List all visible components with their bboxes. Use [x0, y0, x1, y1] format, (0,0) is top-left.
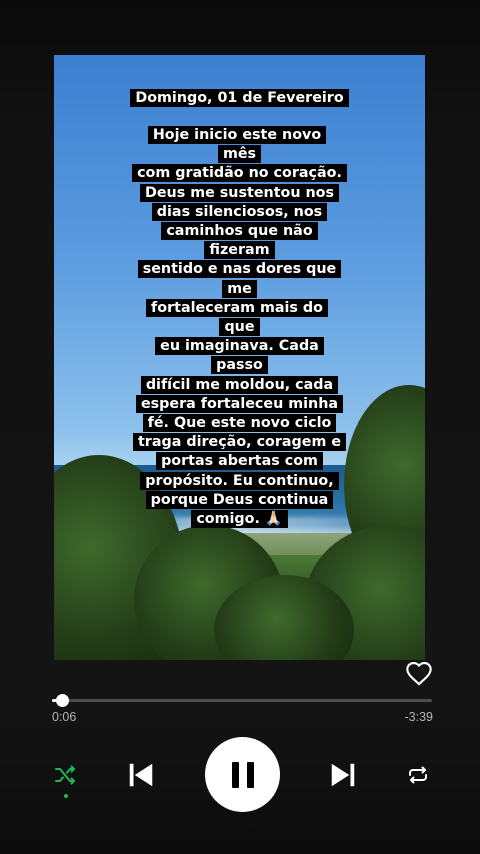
- previous-track-button[interactable]: [124, 758, 158, 792]
- story-line: porque Deus continua: [145, 490, 334, 509]
- story-line: portas abertas com: [156, 452, 323, 471]
- story-line: espera fortaleceu minha: [135, 394, 344, 413]
- next-track-button[interactable]: [326, 758, 360, 792]
- shuffle-button[interactable]: [50, 760, 80, 790]
- player-screen: Domingo, 01 de Fevereiro Hoje inicio est…: [0, 0, 480, 854]
- story-date-text: Domingo, 01 de Fevereiro: [130, 89, 349, 107]
- pause-button[interactable]: [205, 737, 280, 812]
- story-line: sentido e nas dores que me: [137, 260, 342, 298]
- progress-track: [52, 699, 432, 702]
- heart-outline-icon: [406, 662, 432, 686]
- skip-next-icon: [331, 763, 355, 787]
- story-line: fé. Que este novo ciclo: [142, 414, 337, 433]
- story-line: difícil me moldou, cada: [140, 375, 339, 394]
- story-line: fortaleceram mais do que: [146, 298, 328, 337]
- elapsed-time: 0:06: [52, 710, 77, 724]
- story-line: caminhos que não fizeram: [161, 222, 318, 260]
- story-line: propósito. Eu continuo,: [140, 471, 339, 490]
- remaining-time: -3:39: [404, 710, 434, 724]
- skip-previous-icon: [129, 763, 153, 787]
- story-line: com gratidão no coração.: [132, 164, 347, 183]
- story-line: eu imaginava. Cada passo: [155, 337, 324, 375]
- progress-thumb[interactable]: [56, 694, 70, 707]
- story-date: Domingo, 01 de Fevereiro: [54, 89, 425, 108]
- story-line: traga direção, coragem e: [132, 433, 347, 452]
- repeat-button[interactable]: [403, 760, 433, 790]
- like-button[interactable]: [405, 660, 433, 686]
- story-line: Deus me sustentou nos: [139, 183, 340, 202]
- story-line: dias silenciosos, nos: [151, 202, 328, 221]
- pause-icon: [231, 761, 254, 788]
- shuffle-active-indicator: [64, 794, 68, 798]
- shuffle-icon: [55, 765, 75, 785]
- story-message: Hoje inicio este novo mês com gratidão no…: [54, 126, 425, 529]
- story-line: comigo. 🙏🏻: [191, 510, 288, 529]
- story-line: Hoje inicio este novo mês: [147, 126, 327, 164]
- progress-bar[interactable]: [52, 694, 432, 707]
- repeat-icon: [409, 766, 427, 784]
